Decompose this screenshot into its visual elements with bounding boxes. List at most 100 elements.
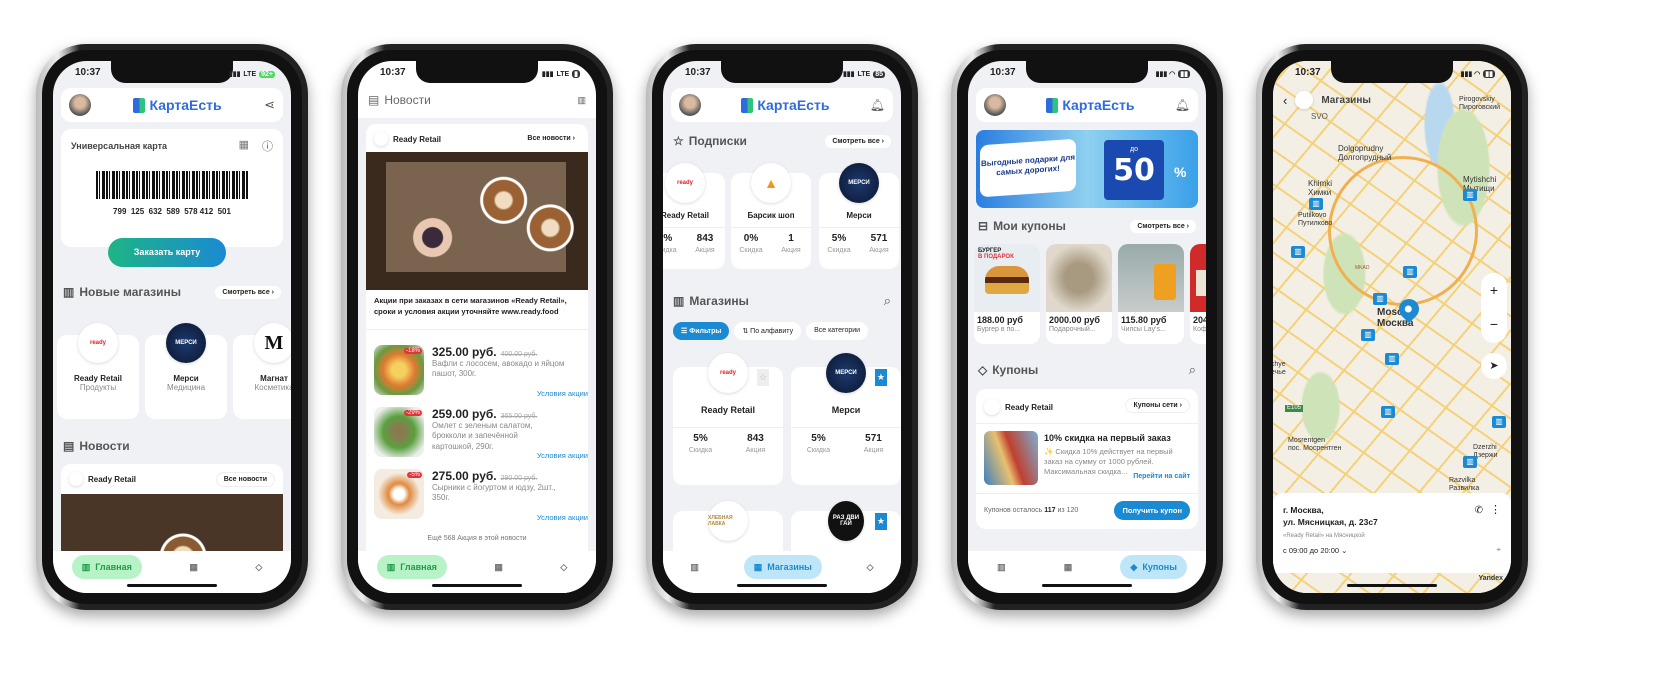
- avatar[interactable]: [69, 94, 91, 116]
- store-marker-icon[interactable]: ▥: [1309, 198, 1323, 210]
- search-icon[interactable]: ⌕: [884, 293, 891, 309]
- order-card-button[interactable]: Заказать карту: [108, 238, 226, 267]
- terms-link[interactable]: Условия акции: [537, 389, 588, 398]
- store-logo: ready: [708, 353, 748, 393]
- tab-coupons[interactable]: ◇: [857, 555, 884, 579]
- coupon-card[interactable]: 204.49Кофе ра...: [1190, 244, 1206, 344]
- share-icon[interactable]: ⋖: [264, 97, 275, 113]
- zoom-out-button[interactable]: −: [1481, 307, 1507, 341]
- store-logo: [69, 472, 83, 486]
- store-marker-icon[interactable]: ▥: [1291, 246, 1305, 258]
- store-marker-icon[interactable]: ▥: [1381, 406, 1395, 418]
- coupon-card[interactable]: 2000.00 руб Подарочный...: [1046, 244, 1112, 344]
- store-card[interactable]: ready Ready Retail Продукты: [57, 323, 139, 419]
- coupon-desc: ✨ Скидка 10% действует на первый заказ н…: [1044, 447, 1173, 476]
- barcode-icon: ▥: [690, 561, 699, 572]
- subscription-card[interactable]: readyReady Retail5%Скидка843Акция: [663, 163, 725, 269]
- store-marker-icon[interactable]: ▥: [1463, 456, 1477, 468]
- see-all-button[interactable]: Смотреть все ›: [825, 134, 891, 148]
- map-label: MKAD: [1355, 265, 1370, 271]
- promo-item[interactable]: -29% 259.00 руб. 365.00 руб. Омлет с зелен…: [366, 405, 588, 467]
- store-card[interactable]: ready ☆ Ready Retail 5% Скидка 843 Акция: [673, 353, 783, 485]
- tab-coupons[interactable]: ◆ Купоны: [1120, 555, 1187, 579]
- price: 325.00 руб.: [432, 345, 497, 359]
- sort-alpha-button[interactable]: ⇅ По алфавиту: [734, 322, 802, 340]
- promo-item[interactable]: -18% 325.00 руб. 400.00 руб. Вафли с лосос…: [366, 343, 588, 405]
- store-marker-icon[interactable]: ▥: [1361, 329, 1375, 341]
- locate-button[interactable]: ➤: [1481, 353, 1507, 379]
- terms-link[interactable]: Условия акции: [537, 513, 588, 522]
- tab-home[interactable]: ▥ Главная: [71, 555, 142, 579]
- tab-home[interactable]: ▥: [987, 555, 1016, 579]
- store-marker-icon[interactable]: ▥: [1492, 416, 1506, 428]
- see-all-button[interactable]: Смотреть все ›: [1130, 219, 1196, 233]
- tab-coupons[interactable]: ◇: [245, 555, 272, 579]
- store-info-panel[interactable]: г. Москва, ул. Мясницкая, д. 23с7 ✆ ⋮ «R…: [1273, 493, 1511, 573]
- store-card[interactable]: МЕРСИ ★ Мерси 5% Скидка 571 Акция: [791, 353, 901, 485]
- bell-icon[interactable]: 🔔︎: [1175, 98, 1190, 112]
- tab-home[interactable]: ▥ Главная: [376, 555, 447, 579]
- promo-banner[interactable]: Выгодные подарки для самых дорогих! до 50…: [976, 130, 1198, 208]
- network-coupons-button[interactable]: Купоны сети ›: [1125, 398, 1190, 413]
- tab-stores[interactable]: ▦: [1054, 555, 1083, 579]
- all-news-button[interactable]: Все новости: [215, 472, 275, 487]
- map-label: echye речье: [1273, 361, 1286, 376]
- app-header: КартаЕсть 🔔︎: [976, 88, 1198, 122]
- phone-map: 10:37 ▮▮▮ ◠ ▮▮ ‹ Магазины SVO Pirogovskiy П…: [1256, 44, 1528, 610]
- phone-icon[interactable]: ✆: [1475, 505, 1483, 516]
- tab-home[interactable]: ▥: [680, 555, 709, 579]
- subscription-card[interactable]: МЕРСИ Мерси 5% Скидка 571 Акция: [819, 163, 899, 269]
- avatar[interactable]: [679, 94, 701, 116]
- hours-dropdown[interactable]: с 09:00 до 20:00 ⌄: [1283, 546, 1347, 555]
- see-all-button[interactable]: Смотреть все ›: [215, 285, 281, 299]
- store-logo: M: [254, 323, 291, 363]
- subscription-card[interactable]: ▲ Барсик шоп 0% Скидка 1 Акция: [731, 163, 811, 269]
- categories-button[interactable]: Все категории: [806, 322, 869, 340]
- search-icon[interactable]: ⌕: [1189, 362, 1196, 378]
- favorite-star-icon[interactable]: ★: [874, 369, 887, 386]
- store-name: Ready Retail: [663, 211, 710, 220]
- go-to-site-link[interactable]: Перейти на сайт: [1131, 473, 1190, 480]
- store-category: Косметика: [254, 383, 291, 392]
- tab-stores[interactable]: ▦: [179, 555, 208, 579]
- barcode-icon[interactable]: ▥: [577, 95, 586, 106]
- get-coupon-button[interactable]: Получить купон: [1114, 501, 1190, 520]
- store-name: Ready Retail: [393, 134, 442, 144]
- section-title: Новые магазины: [79, 285, 182, 299]
- network: LTE: [243, 70, 257, 78]
- all-news-button[interactable]: Все новости ›: [520, 132, 582, 145]
- avatar[interactable]: [984, 94, 1006, 116]
- more-icon[interactable]: ⋮: [1490, 503, 1501, 516]
- coupon-card[interactable]: БУРГЕР В ПОДАРОК 188.00 руб Бургер в по...: [974, 244, 1040, 344]
- qr-icon[interactable]: ▦: [239, 138, 249, 151]
- yandex-logo: Yandex: [1478, 575, 1503, 583]
- favorite-star-icon[interactable]: ☆: [756, 369, 769, 386]
- promo-item[interactable]: -5% 275.00 руб. 290.00 руб. Сырники с йогу…: [366, 467, 588, 529]
- filters-button[interactable]: ☰ Фильтры: [673, 322, 730, 340]
- network: LTE: [857, 70, 871, 78]
- store-marker-icon[interactable]: ▥: [1403, 266, 1417, 278]
- store-marker-icon[interactable]: ▥: [1463, 189, 1477, 201]
- coupon-offer-card[interactable]: Ready Retail Купоны сети › 10% скидка на…: [976, 389, 1198, 529]
- tab-coupons[interactable]: ◇: [550, 555, 577, 579]
- home-indicator: [1347, 584, 1437, 587]
- zoom-controls: + −: [1481, 273, 1507, 343]
- tab-stores[interactable]: ▦: [484, 555, 513, 579]
- mkad-ring: [1328, 156, 1478, 306]
- more-promos-link[interactable]: Ещё 568 Акция в этой новости: [366, 535, 588, 542]
- bell-icon[interactable]: 🔔︎: [870, 98, 885, 112]
- store-name: Мерси: [173, 374, 199, 383]
- tab-stores[interactable]: ▦ Магазины: [743, 555, 822, 579]
- app-header: КартаЕсть ⋖: [61, 88, 283, 122]
- coupon-card[interactable]: 115.80 руб Чипсы Lay's...: [1118, 244, 1184, 344]
- store-card[interactable]: M Магнат Косметика: [233, 323, 291, 419]
- store-marker-icon[interactable]: ▥: [1373, 293, 1387, 305]
- info-icon[interactable]: ⓘ: [262, 138, 273, 154]
- back-icon[interactable]: ‹: [1283, 93, 1287, 108]
- zoom-in-button[interactable]: +: [1481, 273, 1507, 307]
- store-name: Ready Retail: [73, 374, 123, 383]
- store-marker-icon[interactable]: ▥: [1385, 353, 1399, 365]
- terms-link[interactable]: Условия акции: [537, 451, 588, 460]
- store-card[interactable]: МЕРСИ Мерси Медицина: [145, 323, 227, 419]
- store-logo: [984, 399, 1000, 415]
